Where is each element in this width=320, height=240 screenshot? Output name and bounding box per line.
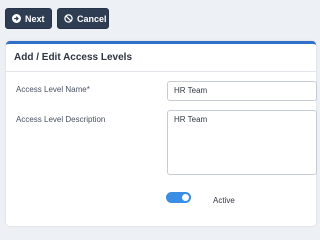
access-level-name-label: Access Level Name* [16, 85, 90, 94]
form-title: Add / Edit Access Levels [6, 44, 316, 72]
access-level-form-card: Add / Edit Access Levels Access Level Na… [6, 41, 317, 226]
access-level-description-label: Access Level Description [16, 115, 106, 124]
access-level-name-input[interactable]: HR Team [167, 81, 317, 101]
active-label: Active [213, 196, 235, 205]
next-button-label: Next [25, 13, 45, 24]
active-toggle[interactable] [166, 192, 191, 203]
toolbar: Next Cancel [5, 8, 109, 29]
ban-icon [64, 14, 73, 23]
cancel-button[interactable]: Cancel [57, 8, 109, 29]
cancel-button-label: Cancel [77, 13, 107, 24]
access-level-description-textarea[interactable]: HR Team [167, 110, 317, 175]
toggle-knob [182, 194, 189, 201]
arrow-right-circle-icon [12, 14, 21, 23]
next-button[interactable]: Next [5, 8, 52, 29]
